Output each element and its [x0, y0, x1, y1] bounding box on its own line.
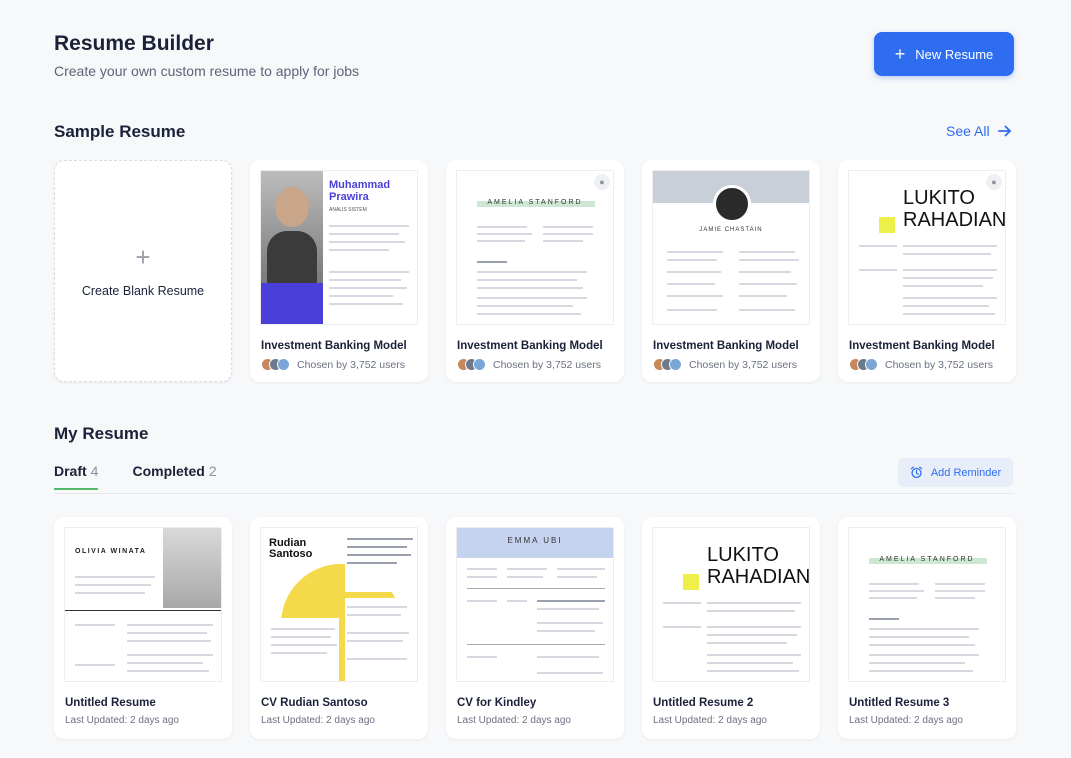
plus-icon: +: [135, 242, 151, 272]
alarm-clock-icon: [910, 466, 923, 479]
profile-photo: [713, 185, 751, 223]
resume-preview: AMELIA STANFORD: [456, 170, 614, 325]
template-title: Investment Banking Model: [457, 340, 603, 352]
template-card[interactable]: AMELIA STANFORD ● Investment Banking Mod…: [446, 160, 624, 382]
template-title: Investment Banking Model: [261, 340, 407, 352]
resume-title: CV for Kindley: [457, 697, 537, 709]
resume-title: Untitled Resume 3: [849, 697, 950, 709]
resume-preview: AMELIA STANFORD: [848, 527, 1006, 682]
template-meta: Chosen by 3,752 users: [653, 358, 797, 371]
profile-photo: [261, 171, 323, 283]
template-meta: Chosen by 3,752 users: [261, 358, 405, 371]
resume-card[interactable]: AMELIA STANFORD Untitled Resume 3 Last U…: [838, 517, 1016, 739]
resume-title: Untitled Resume: [65, 697, 156, 709]
lock-icon: ●: [594, 174, 610, 190]
plus-icon: +: [894, 44, 906, 64]
resume-preview: Rudian Santoso: [260, 527, 418, 682]
user-avatars: [653, 358, 682, 371]
template-card[interactable]: LUKITO RAHADIAN ● Investment Banking Mod…: [838, 160, 1016, 382]
last-updated: Last Updated: 2 days ago: [261, 715, 375, 726]
add-reminder-label: Add Reminder: [930, 466, 1002, 479]
last-updated: Last Updated: 2 days ago: [653, 715, 767, 726]
template-card[interactable]: JAMIE CHASTAIN Investment Banking Model …: [642, 160, 820, 382]
sample-section-title: Sample Resume: [54, 122, 186, 141]
create-blank-resume-card[interactable]: + Create Blank Resume: [54, 160, 232, 382]
template-meta: Chosen by 3,752 users: [849, 358, 993, 371]
resume-preview: JAMIE CHASTAIN: [652, 170, 810, 325]
lock-icon: ●: [986, 174, 1002, 190]
page-title: Resume Builder: [54, 32, 214, 55]
template-title: Investment Banking Model: [653, 340, 799, 352]
tab-divider: [54, 493, 1014, 494]
resume-card[interactable]: OLIVIA WINATA Untitled Resume Last Updat…: [54, 517, 232, 739]
resume-preview: OLIVIA WINATA: [64, 527, 222, 682]
arrow-right-icon: [997, 125, 1011, 137]
template-meta: Chosen by 3,752 users: [457, 358, 601, 371]
user-avatars: [849, 358, 878, 371]
user-avatars: [457, 358, 486, 371]
my-resume-section-title: My Resume: [54, 424, 149, 443]
last-updated: Last Updated: 2 days ago: [849, 715, 963, 726]
tab-completed[interactable]: Completed 2: [132, 463, 216, 490]
preview-name: Muhammad Prawira: [329, 179, 391, 203]
resume-preview: LUKITO RAHADIAN: [848, 170, 1006, 325]
profile-photo: [163, 528, 221, 608]
last-updated: Last Updated: 2 days ago: [65, 715, 179, 726]
resume-title: Untitled Resume 2: [653, 697, 754, 709]
tab-count: 2: [208, 463, 217, 479]
tab-count: 4: [90, 463, 99, 479]
tab-draft[interactable]: Draft 4: [54, 463, 99, 490]
add-reminder-button[interactable]: Add Reminder: [898, 458, 1013, 487]
see-all-link[interactable]: See All: [946, 123, 1012, 139]
new-resume-label: New Resume: [915, 46, 994, 62]
new-resume-button[interactable]: + New Resume: [874, 32, 1014, 76]
template-title: Investment Banking Model: [849, 340, 995, 352]
resume-card[interactable]: LUKITO RAHADIAN Untitled Resume 2 Last U…: [642, 517, 820, 739]
resume-preview: LUKITO RAHADIAN: [652, 527, 810, 682]
see-all-label: See All: [946, 123, 990, 139]
resume-preview: EMMA UBI: [456, 527, 614, 682]
resume-title: CV Rudian Santoso: [261, 697, 368, 709]
resume-card[interactable]: Rudian Santoso CV Rudian Santoso Last Up…: [250, 517, 428, 739]
resume-preview: Muhammad Prawira ANALIS SISTEM: [260, 170, 418, 325]
template-card[interactable]: Muhammad Prawira ANALIS SISTEM Investmen…: [250, 160, 428, 382]
last-updated: Last Updated: 2 days ago: [457, 715, 571, 726]
resume-card[interactable]: EMMA UBI CV for Kindley Last Updated: 2 …: [446, 517, 624, 739]
create-blank-label: Create Blank Resume: [81, 284, 205, 298]
user-avatars: [261, 358, 290, 371]
page-subtitle: Create your own custom resume to apply f…: [54, 63, 360, 79]
resume-tabs: Draft 4 Completed 2: [54, 463, 217, 490]
